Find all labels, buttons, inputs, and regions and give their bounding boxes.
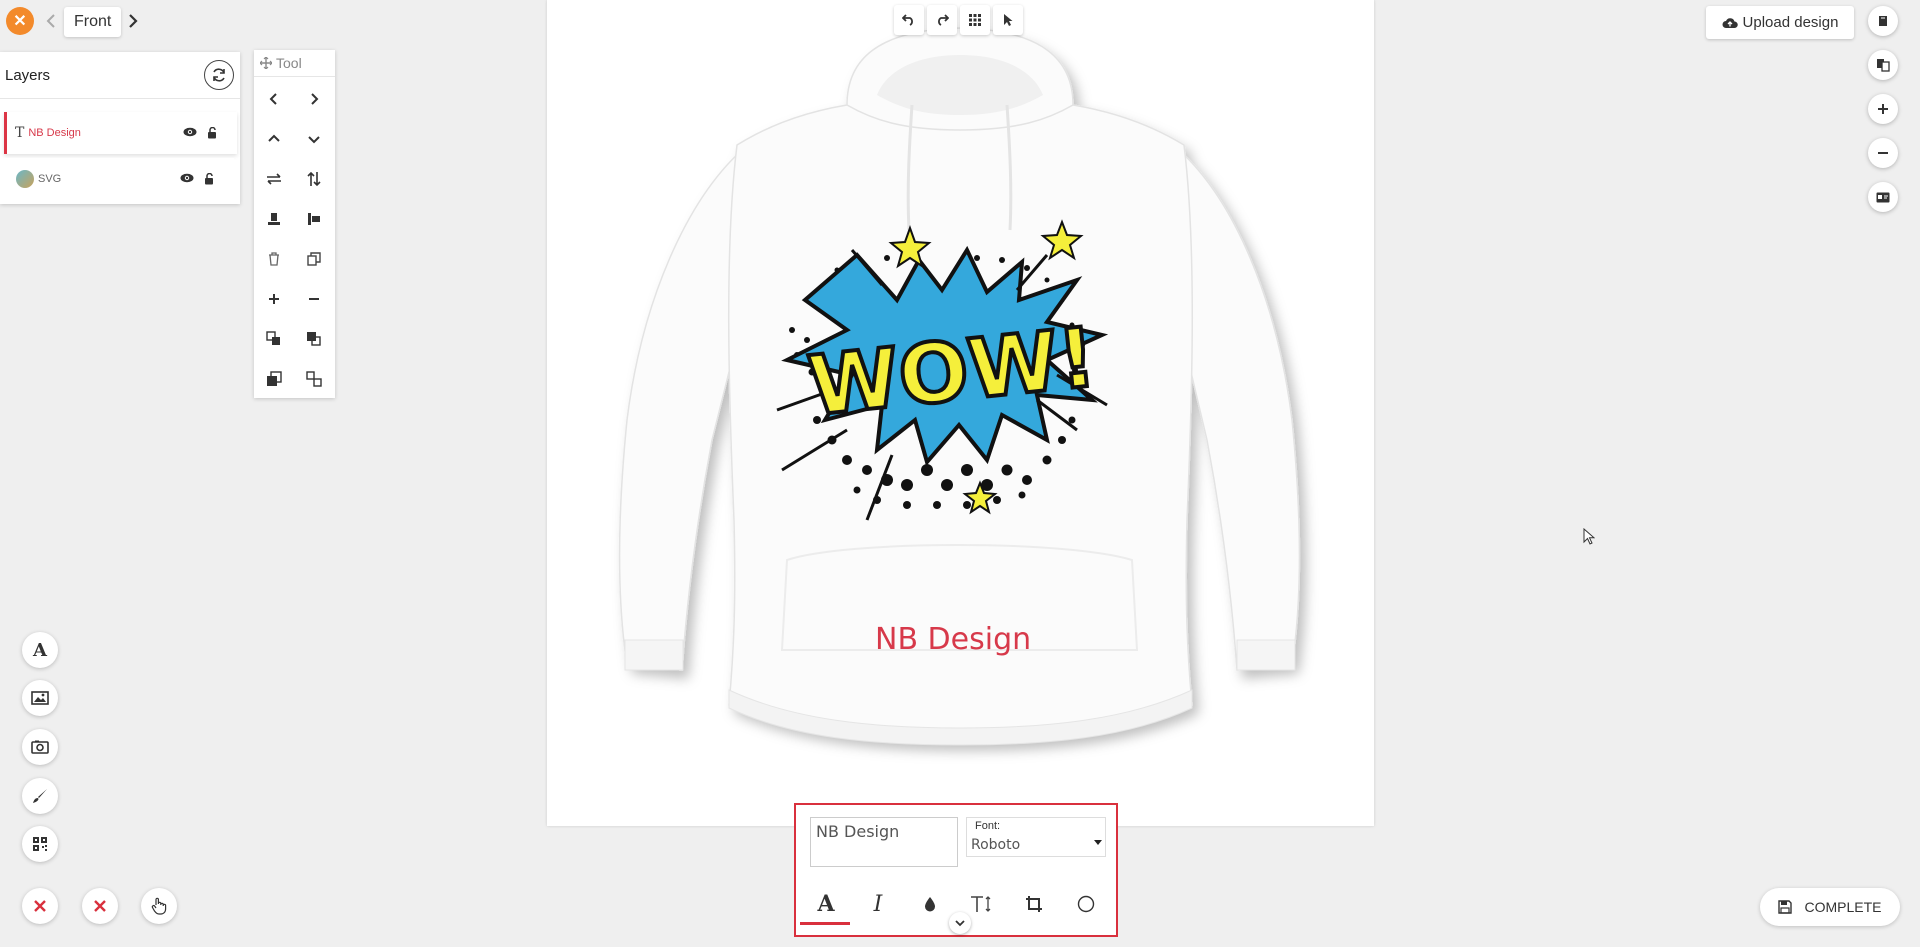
tool-title: Tool <box>276 55 302 71</box>
layer-name: SVG <box>38 173 62 185</box>
text-content-input[interactable]: NB Design <box>810 817 958 867</box>
move-icon <box>260 57 272 69</box>
italic-icon[interactable]: I <box>861 889 895 919</box>
flip-vertical-icon[interactable] <box>294 159 334 199</box>
align-center-vertical-icon[interactable] <box>254 199 294 239</box>
move-down-icon[interactable] <box>294 119 334 159</box>
add-text-icon[interactable]: A <box>22 632 58 668</box>
save-icon <box>1778 900 1793 914</box>
caret-down-icon <box>1094 840 1102 845</box>
move-up-icon[interactable] <box>254 119 294 159</box>
zoom-in-icon[interactable] <box>254 279 294 319</box>
font-value: Roboto <box>971 837 1021 853</box>
text-editor-panel: NB Design Font: Roboto A I <box>794 803 1118 937</box>
layer-name: NB Design <box>28 127 81 139</box>
cancel-icon[interactable] <box>82 888 118 924</box>
send-backward-icon[interactable] <box>294 319 334 359</box>
send-to-back-icon[interactable] <box>294 359 334 399</box>
layers-panel: Layers T NB Design SVG <box>0 52 240 204</box>
color-drop-icon[interactable] <box>913 889 947 919</box>
align-center-horizontal-icon[interactable] <box>294 199 334 239</box>
unlock-icon[interactable] <box>207 127 217 139</box>
duplicate-icon[interactable] <box>294 239 334 279</box>
unlock-icon[interactable] <box>204 173 214 185</box>
active-tool-indicator <box>800 922 850 925</box>
side-label: Front <box>64 7 122 37</box>
brush-icon[interactable] <box>22 778 58 814</box>
zoom-in-canvas-icon[interactable] <box>1868 94 1898 124</box>
font-select[interactable]: Font: Roboto <box>966 817 1106 857</box>
complete-label: COMPLETE <box>1804 899 1882 915</box>
delete-icon[interactable] <box>254 239 294 279</box>
text-size-icon[interactable] <box>965 889 999 919</box>
close-editor-button[interactable]: ✕ <box>6 7 34 35</box>
add-image-icon[interactable] <box>22 680 58 716</box>
redo-icon[interactable] <box>927 5 957 35</box>
layers-title: Layers <box>5 66 51 84</box>
camera-icon[interactable] <box>22 729 58 765</box>
move-left-icon[interactable] <box>254 79 294 119</box>
pointer-icon[interactable] <box>993 5 1023 35</box>
design-text[interactable]: NB Design <box>875 622 1031 657</box>
upload-label: Upload design <box>1742 14 1839 31</box>
bring-to-front-icon[interactable] <box>254 359 294 399</box>
card-icon[interactable] <box>1868 182 1898 212</box>
prev-side-icon[interactable] <box>42 10 60 32</box>
complete-button[interactable]: COMPLETE <box>1760 888 1900 926</box>
canvas-toolbar <box>894 5 1023 35</box>
zoom-out-icon[interactable] <box>294 279 334 319</box>
book-icon[interactable] <box>1868 6 1898 36</box>
zoom-out-canvas-icon[interactable] <box>1868 138 1898 168</box>
chevron-down-icon[interactable] <box>949 912 971 934</box>
undo-icon[interactable] <box>894 5 924 35</box>
cloud-upload-icon <box>1722 17 1738 29</box>
refresh-icon[interactable] <box>204 60 234 90</box>
move-right-icon[interactable] <box>294 79 334 119</box>
text-type-icon: T <box>15 125 25 141</box>
design-canvas[interactable]: WOW! <box>547 0 1374 826</box>
translate-icon[interactable] <box>1868 50 1898 80</box>
circle-shape-icon[interactable] <box>1069 889 1103 919</box>
crop-icon[interactable] <box>1017 889 1051 919</box>
eye-icon[interactable] <box>180 173 194 185</box>
clear-design-icon[interactable] <box>22 888 58 924</box>
upload-design-button[interactable]: Upload design <box>1706 6 1854 39</box>
hand-pointer-icon[interactable] <box>141 888 177 924</box>
font-style-icon[interactable]: A <box>809 889 843 919</box>
bring-forward-icon[interactable] <box>254 319 294 359</box>
font-label: Font: <box>975 820 1001 832</box>
layer-item-svg[interactable]: SVG <box>4 158 234 200</box>
layer-item-text[interactable]: T NB Design <box>4 112 237 154</box>
flip-horizontal-icon[interactable] <box>254 159 294 199</box>
mouse-cursor-icon <box>1583 528 1595 546</box>
tool-panel: Tool <box>254 50 335 398</box>
grid-icon[interactable] <box>960 5 990 35</box>
qr-code-icon[interactable] <box>22 826 58 862</box>
hoodie-mockup: WOW! <box>618 27 1301 746</box>
next-side-icon[interactable] <box>124 10 142 32</box>
eye-icon[interactable] <box>183 127 197 139</box>
svg-thumbnail-icon <box>16 170 34 188</box>
